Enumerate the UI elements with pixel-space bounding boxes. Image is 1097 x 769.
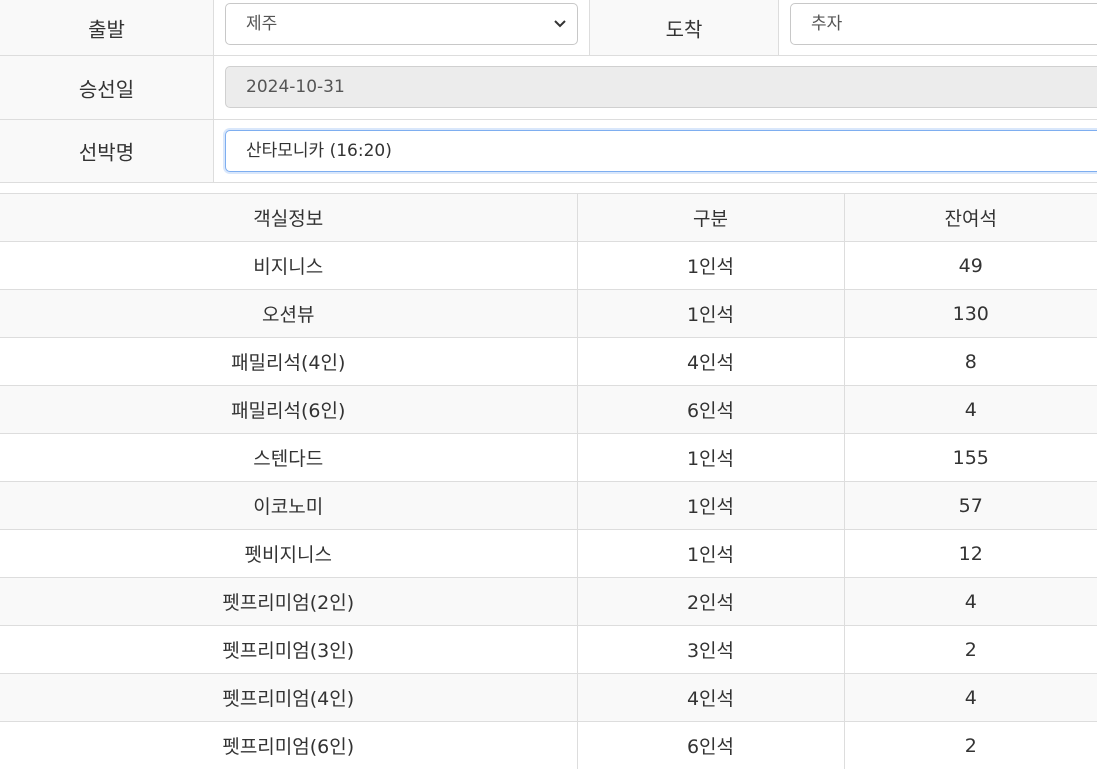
header-cabin-info: 객실정보	[0, 194, 577, 242]
cabin-availability-table: 객실정보 구분 잔여석 비지니스1인석49 오션뷰1인석130 패밀리석(4인)…	[0, 193, 1097, 769]
table-row: 패밀리석(4인)4인석8	[0, 338, 1097, 386]
remaining-count: 2	[844, 626, 1097, 674]
departure-value: 제주	[246, 14, 277, 34]
date-row: 승선일 2024-10-31	[0, 56, 1097, 120]
seat-type: 1인석	[577, 242, 844, 290]
remaining-count: 57	[844, 482, 1097, 530]
seat-type: 4인석	[577, 674, 844, 722]
remaining-count: 2	[844, 722, 1097, 769]
remaining-count: 49	[844, 242, 1097, 290]
header-remaining-seats: 잔여석	[844, 194, 1097, 242]
arrival-field[interactable]: 추자	[790, 3, 1097, 45]
remaining-count: 8	[844, 338, 1097, 386]
cabin-name: 패밀리석(6인)	[0, 386, 577, 434]
table-row: 이코노미1인석57	[0, 482, 1097, 530]
table-row: 비지니스1인석49	[0, 242, 1097, 290]
remaining-count: 130	[844, 290, 1097, 338]
seat-type: 6인석	[577, 386, 844, 434]
remaining-count: 12	[844, 530, 1097, 578]
cabin-name: 펫프리미엄(4인)	[0, 674, 577, 722]
cabin-name: 패밀리석(4인)	[0, 338, 577, 386]
table-row: 펫프리미엄(6인)6인석2	[0, 722, 1097, 769]
table-row: 스텐다드1인석155	[0, 434, 1097, 482]
cabin-name: 펫프리미엄(2인)	[0, 578, 577, 626]
cabin-name: 펫프리미엄(3인)	[0, 626, 577, 674]
table-row: 펫프리미엄(4인)4인석4	[0, 674, 1097, 722]
cabin-name: 스텐다드	[0, 434, 577, 482]
seat-type: 1인석	[577, 290, 844, 338]
table-row: 펫프리미엄(2인)2인석4	[0, 578, 1097, 626]
header-category: 구분	[577, 194, 844, 242]
seat-type: 1인석	[577, 434, 844, 482]
seat-type: 1인석	[577, 482, 844, 530]
table-row: 펫프리미엄(3인)3인석2	[0, 626, 1097, 674]
table-row: 오션뷰1인석130	[0, 290, 1097, 338]
seat-type: 1인석	[577, 530, 844, 578]
arrival-value: 추자	[811, 14, 842, 34]
ship-select[interactable]: 산타모니카 (16:20)	[225, 130, 1097, 172]
ship-label: 선박명	[0, 120, 214, 182]
route-row: 출발 제주 도착 추자	[0, 0, 1097, 56]
remaining-count: 4	[844, 386, 1097, 434]
table-header-row: 객실정보 구분 잔여석	[0, 194, 1097, 242]
cabin-name: 이코노미	[0, 482, 577, 530]
chevron-down-icon	[553, 4, 567, 44]
ship-value: 산타모니카 (16:20)	[246, 141, 392, 161]
seat-type: 6인석	[577, 722, 844, 769]
remaining-count: 4	[844, 578, 1097, 626]
cabin-name: 오션뷰	[0, 290, 577, 338]
table-row: 패밀리석(6인)6인석4	[0, 386, 1097, 434]
remaining-count: 4	[844, 674, 1097, 722]
seat-type: 4인석	[577, 338, 844, 386]
cabin-name: 펫비지니스	[0, 530, 577, 578]
departure-label: 출발	[0, 0, 214, 55]
ship-row: 선박명 산타모니카 (16:20)	[0, 120, 1097, 183]
date-field[interactable]: 2024-10-31	[225, 66, 1097, 108]
cabin-name: 비지니스	[0, 242, 577, 290]
remaining-count: 155	[844, 434, 1097, 482]
date-label: 승선일	[0, 56, 214, 119]
table-row: 펫비지니스1인석12	[0, 530, 1097, 578]
seat-type: 2인석	[577, 578, 844, 626]
arrival-label: 도착	[589, 0, 779, 55]
departure-select[interactable]: 제주	[225, 3, 578, 45]
seat-type: 3인석	[577, 626, 844, 674]
date-value: 2024-10-31	[246, 77, 345, 97]
cabin-name: 펫프리미엄(6인)	[0, 722, 577, 769]
